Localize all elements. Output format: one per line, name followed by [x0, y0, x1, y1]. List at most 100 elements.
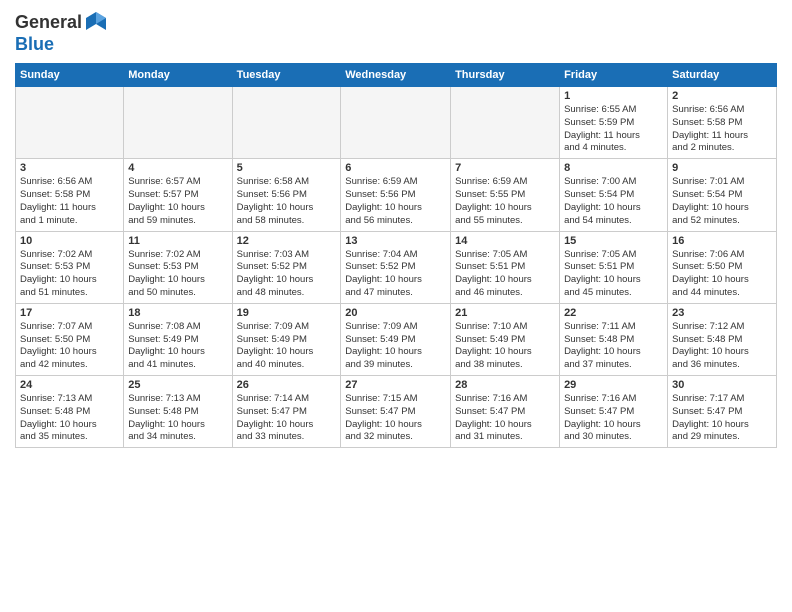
- calendar-day-cell: 9 Sunrise: 7:01 AMSunset: 5:54 PMDaylight…: [668, 159, 777, 231]
- day-info: Sunrise: 7:10 AMSunset: 5:49 PMDaylight:…: [455, 321, 555, 372]
- weekday-header: Saturday: [668, 64, 777, 87]
- day-number: 26: [237, 379, 337, 391]
- day-info: Sunrise: 6:59 AMSunset: 5:56 PMDaylight:…: [345, 176, 446, 227]
- day-number: 24: [20, 379, 119, 391]
- day-info: Sunrise: 7:01 AMSunset: 5:54 PMDaylight:…: [672, 176, 772, 227]
- calendar-day-cell: 25 Sunrise: 7:13 AMSunset: 5:48 PMDayligh…: [124, 376, 232, 448]
- calendar-day-cell: 12Sunrise: 7:03 AMSunset: 5:52 PMDayligh…: [232, 231, 341, 303]
- calendar-day-cell: 18 Sunrise: 7:08 AMSunset: 5:49 PMDayligh…: [124, 303, 232, 375]
- day-number: 29: [564, 379, 663, 391]
- calendar-week-row: 10 Sunrise: 7:02 AMSunset: 5:53 PMDayligh…: [16, 231, 777, 303]
- calendar-day-cell: 3Sunrise: 6:56 AMSunset: 5:58 PMDaylight…: [16, 159, 124, 231]
- day-number: 30: [672, 379, 772, 391]
- day-number: 23: [672, 307, 772, 319]
- day-info: Sunrise: 7:00 AMSunset: 5:54 PMDaylight:…: [564, 176, 663, 227]
- calendar-day-cell: 17 Sunrise: 7:07 AMSunset: 5:50 PMDayligh…: [16, 303, 124, 375]
- logo-blue-text: Blue: [15, 34, 54, 55]
- calendar-day-cell: 24 Sunrise: 7:13 AMSunset: 5:48 PMDayligh…: [16, 376, 124, 448]
- day-info: Sunrise: 7:11 AMSunset: 5:48 PMDaylight:…: [564, 321, 663, 372]
- day-info: Sunrise: 7:08 AMSunset: 5:49 PMDaylight:…: [128, 321, 227, 372]
- calendar-table: SundayMondayTuesdayWednesdayThursdayFrid…: [15, 63, 777, 448]
- calendar-day-cell: 5Sunrise: 6:58 AMSunset: 5:56 PMDaylight…: [232, 159, 341, 231]
- day-number: 3: [20, 162, 119, 174]
- weekday-header: Monday: [124, 64, 232, 87]
- calendar-day-cell: 13 Sunrise: 7:04 AMSunset: 5:52 PMDayligh…: [341, 231, 451, 303]
- calendar-day-cell: 29 Sunrise: 7:16 AMSunset: 5:47 PMDayligh…: [560, 376, 668, 448]
- day-number: 18: [128, 307, 227, 319]
- calendar-day-cell: 28 Sunrise: 7:16 AMSunset: 5:47 PMDayligh…: [451, 376, 560, 448]
- calendar-day-cell: 21 Sunrise: 7:10 AMSunset: 5:49 PMDayligh…: [451, 303, 560, 375]
- calendar-day-cell: 2Sunrise: 6:56 AMSunset: 5:58 PMDaylight…: [668, 87, 777, 159]
- logo: General Blue: [15, 10, 108, 55]
- calendar-day-cell: 20Sunrise: 7:09 AMSunset: 5:49 PMDayligh…: [341, 303, 451, 375]
- calendar-day-cell: 26 Sunrise: 7:14 AMSunset: 5:47 PMDayligh…: [232, 376, 341, 448]
- day-info: Sunrise: 7:04 AMSunset: 5:52 PMDaylight:…: [345, 249, 446, 300]
- day-number: 2: [672, 90, 772, 102]
- calendar-day-cell: 14 Sunrise: 7:05 AMSunset: 5:51 PMDayligh…: [451, 231, 560, 303]
- day-number: 8: [564, 162, 663, 174]
- calendar-day-cell: 1Sunrise: 6:55 AMSunset: 5:59 PMDaylight…: [560, 87, 668, 159]
- day-number: 22: [564, 307, 663, 319]
- calendar-day-cell: 11 Sunrise: 7:02 AMSunset: 5:53 PMDayligh…: [124, 231, 232, 303]
- calendar-day-cell: [124, 87, 232, 159]
- calendar-day-cell: 15 Sunrise: 7:05 AMSunset: 5:51 PMDayligh…: [560, 231, 668, 303]
- day-info: Sunrise: 7:05 AMSunset: 5:51 PMDaylight:…: [455, 249, 555, 300]
- day-info: Sunrise: 7:05 AMSunset: 5:51 PMDaylight:…: [564, 249, 663, 300]
- day-number: 17: [20, 307, 119, 319]
- day-number: 5: [237, 162, 337, 174]
- day-number: 15: [564, 235, 663, 247]
- logo-general-text: General: [15, 12, 82, 33]
- calendar-day-cell: 19 Sunrise: 7:09 AMSunset: 5:49 PMDayligh…: [232, 303, 341, 375]
- weekday-header: Sunday: [16, 64, 124, 87]
- weekday-header: Thursday: [451, 64, 560, 87]
- day-info: Sunrise: 7:09 AMSunset: 5:49 PMDaylight:…: [237, 321, 337, 372]
- day-info: Sunrise: 7:13 AMSunset: 5:48 PMDaylight:…: [20, 393, 119, 444]
- day-info: Sunrise: 7:13 AMSunset: 5:48 PMDaylight:…: [128, 393, 227, 444]
- day-number: 7: [455, 162, 555, 174]
- calendar-week-row: 1Sunrise: 6:55 AMSunset: 5:59 PMDaylight…: [16, 87, 777, 159]
- calendar-week-row: 24 Sunrise: 7:13 AMSunset: 5:48 PMDayligh…: [16, 376, 777, 448]
- calendar-day-cell: 23Sunrise: 7:12 AMSunset: 5:48 PMDayligh…: [668, 303, 777, 375]
- calendar-week-row: 17 Sunrise: 7:07 AMSunset: 5:50 PMDayligh…: [16, 303, 777, 375]
- header: General Blue: [15, 10, 777, 55]
- calendar-day-cell: 10 Sunrise: 7:02 AMSunset: 5:53 PMDayligh…: [16, 231, 124, 303]
- calendar-day-cell: 4Sunrise: 6:57 AMSunset: 5:57 PMDaylight…: [124, 159, 232, 231]
- day-info: Sunrise: 7:06 AMSunset: 5:50 PMDaylight:…: [672, 249, 772, 300]
- day-info: Sunrise: 7:07 AMSunset: 5:50 PMDaylight:…: [20, 321, 119, 372]
- day-number: 19: [237, 307, 337, 319]
- day-number: 20: [345, 307, 446, 319]
- day-info: Sunrise: 7:16 AMSunset: 5:47 PMDaylight:…: [564, 393, 663, 444]
- calendar-day-cell: 27Sunrise: 7:15 AMSunset: 5:47 PMDayligh…: [341, 376, 451, 448]
- day-number: 14: [455, 235, 555, 247]
- calendar-day-cell: 22 Sunrise: 7:11 AMSunset: 5:48 PMDayligh…: [560, 303, 668, 375]
- calendar-day-cell: 6 Sunrise: 6:59 AMSunset: 5:56 PMDaylight…: [341, 159, 451, 231]
- calendar-day-cell: [16, 87, 124, 159]
- day-info: Sunrise: 7:02 AMSunset: 5:53 PMDaylight:…: [20, 249, 119, 300]
- day-number: 11: [128, 235, 227, 247]
- calendar-day-cell: [341, 87, 451, 159]
- day-number: 28: [455, 379, 555, 391]
- calendar-header-row: SundayMondayTuesdayWednesdayThursdayFrid…: [16, 64, 777, 87]
- weekday-header: Wednesday: [341, 64, 451, 87]
- calendar-week-row: 3Sunrise: 6:56 AMSunset: 5:58 PMDaylight…: [16, 159, 777, 231]
- day-number: 21: [455, 307, 555, 319]
- calendar-day-cell: 7Sunrise: 6:59 AMSunset: 5:55 PMDaylight…: [451, 159, 560, 231]
- day-info: Sunrise: 7:14 AMSunset: 5:47 PMDaylight:…: [237, 393, 337, 444]
- day-number: 10: [20, 235, 119, 247]
- calendar-day-cell: 8 Sunrise: 7:00 AMSunset: 5:54 PMDaylight…: [560, 159, 668, 231]
- day-number: 25: [128, 379, 227, 391]
- day-number: 4: [128, 162, 227, 174]
- weekday-header: Tuesday: [232, 64, 341, 87]
- day-info: Sunrise: 7:17 AMSunset: 5:47 PMDaylight:…: [672, 393, 772, 444]
- calendar-day-cell: [451, 87, 560, 159]
- day-info: Sunrise: 7:16 AMSunset: 5:47 PMDaylight:…: [455, 393, 555, 444]
- day-number: 9: [672, 162, 772, 174]
- weekday-header: Friday: [560, 64, 668, 87]
- calendar-day-cell: 16Sunrise: 7:06 AMSunset: 5:50 PMDayligh…: [668, 231, 777, 303]
- day-number: 12: [237, 235, 337, 247]
- day-number: 6: [345, 162, 446, 174]
- day-number: 13: [345, 235, 446, 247]
- day-info: Sunrise: 7:02 AMSunset: 5:53 PMDaylight:…: [128, 249, 227, 300]
- day-info: Sunrise: 7:15 AMSunset: 5:47 PMDaylight:…: [345, 393, 446, 444]
- day-number: 1: [564, 90, 663, 102]
